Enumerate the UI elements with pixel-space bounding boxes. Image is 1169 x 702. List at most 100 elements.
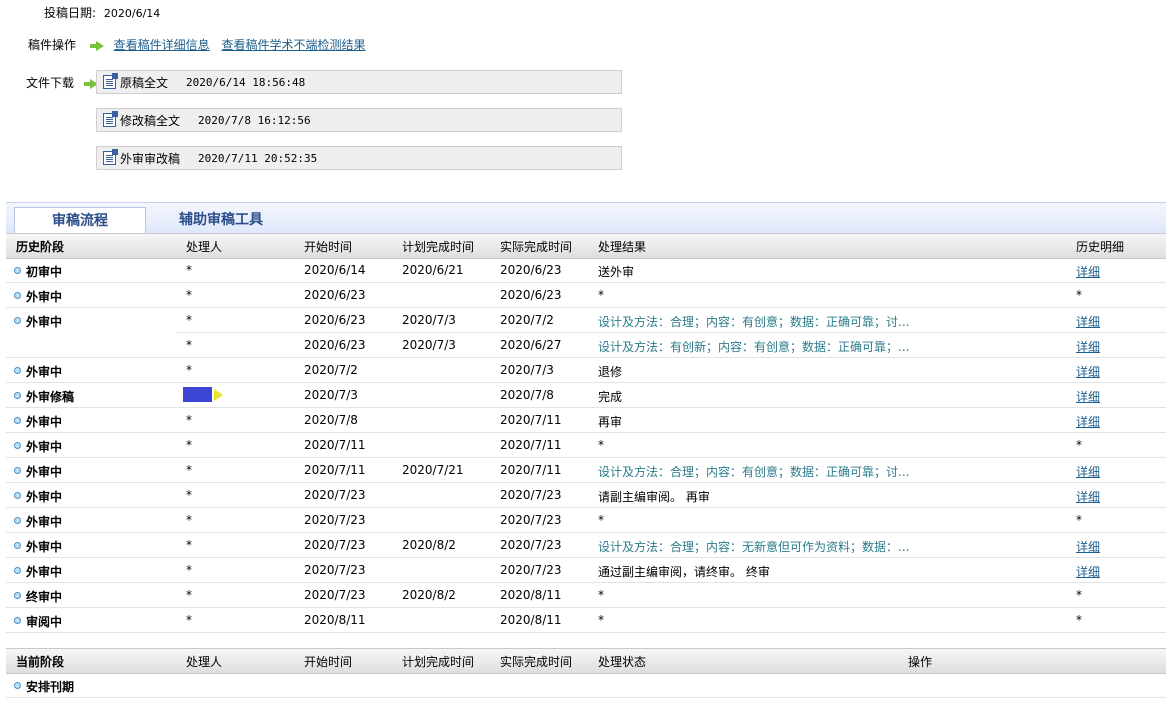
cell-result: * (598, 588, 604, 602)
cell-handler: * (186, 513, 192, 527)
download-label: 文件下载 (26, 76, 75, 90)
history-table-header: 历史阶段 处理人 开始时间 计划完成时间 实际完成时间 处理结果 历史明细 (6, 233, 1166, 259)
arrow-right-icon (89, 40, 104, 51)
cell-result: 通过副主编审阅，请终审。 终审 (598, 565, 770, 579)
view-detail-link[interactable]: 查看稿件详细信息 (114, 38, 210, 52)
cell-handler: * (186, 363, 192, 377)
file-time: 2020/7/8 16:12:56 (198, 113, 311, 127)
cell-start: 2020/6/23 (304, 313, 366, 327)
cell-result: 设计及方法：合理；内容：无新意但可作为资料；数据：... (598, 540, 910, 554)
detail-link[interactable]: 详细 (1076, 413, 1100, 430)
cell-result: 再审 (598, 415, 623, 429)
view-check-link[interactable]: 查看稿件学术不端检测结果 (222, 38, 366, 52)
detail-link[interactable]: 详细 (1076, 488, 1100, 505)
cell-actual: 2020/7/11 (500, 438, 562, 452)
bullet-icon (14, 467, 21, 474)
cell-start: 2020/7/3 (304, 388, 358, 402)
cell-plan: 2020/7/3 (402, 313, 456, 327)
bullet-icon (14, 542, 21, 549)
table-row: 外审中 * 2020/7/23 2020/7/23 通过副主编审阅，请终审。 终… (6, 558, 1166, 583)
cell-actual: 2020/7/23 (500, 488, 562, 502)
cell-start: 2020/7/11 (304, 438, 366, 452)
file-time: 2020/7/11 20:52:35 (198, 151, 318, 165)
cell-actual: 2020/7/23 (500, 563, 562, 577)
detail-link[interactable]: 详细 (1076, 313, 1100, 330)
cell-start: 2020/6/14 (304, 263, 366, 277)
detail-link[interactable]: 详细 (1076, 338, 1100, 355)
bullet-icon (14, 617, 21, 624)
table-row: 外审中 * 2020/7/23 2020/7/23 请副主编审阅。 再审 详细 (6, 483, 1166, 508)
file-name[interactable]: 原稿全文 (120, 74, 168, 91)
bullet-icon (14, 682, 21, 689)
table-row: 外审中 * 2020/7/2 2020/7/3 退修 详细 (6, 358, 1166, 383)
cell-actual: 2020/6/23 (500, 263, 562, 277)
cell-stage: 初审中 (26, 265, 63, 279)
table-row: 外审中 * 2020/6/23 2020/6/23 * * (6, 283, 1166, 308)
table-row: 外审中 * 2020/7/11 2020/7/21 2020/7/11 设计及方… (6, 458, 1166, 483)
submit-date-label: 投稿日期: (44, 6, 97, 20)
cell-handler: * (186, 588, 192, 602)
table-row: 终审中 * 2020/7/23 2020/8/2 2020/8/11 * * (6, 583, 1166, 608)
bullet-icon (14, 592, 21, 599)
detail-link[interactable]: 详细 (1076, 388, 1100, 405)
cell-actual: 2020/7/23 (500, 513, 562, 527)
cell-stage: 外审中 (26, 415, 63, 429)
table-row: 外审中 * 2020/7/11 2020/7/11 * * (6, 433, 1166, 458)
tab-bar: 审稿流程 辅助审稿工具 (6, 202, 1166, 235)
file-name[interactable]: 修改稿全文 (120, 112, 180, 129)
table-row: 外审中 * 2020/7/8 2020/7/11 再审 详细 (6, 408, 1166, 433)
cell-stage: 终审中 (26, 590, 63, 604)
col-op: 操作 (908, 655, 933, 669)
cell-actual: 2020/6/27 (500, 338, 562, 352)
cell-handler: * (186, 263, 192, 277)
cell-start: 2020/7/23 (304, 563, 366, 577)
col-stage: 当前阶段 (16, 655, 65, 669)
col-actual: 实际完成时间 (500, 240, 573, 254)
col-status: 处理状态 (598, 655, 647, 669)
table-row: 外审中 * 2020/7/23 2020/8/2 2020/7/23 设计及方法… (6, 533, 1166, 558)
bullet-icon (14, 492, 21, 499)
col-result: 处理结果 (598, 240, 647, 254)
file-name[interactable]: 外审审改稿 (120, 150, 180, 167)
detail-link[interactable]: 详细 (1076, 263, 1100, 280)
cell-handler: * (186, 338, 192, 352)
file-external-revised[interactable]: 外审审改稿 2020/7/11 20:52:35 (96, 146, 622, 170)
cell-result: 设计及方法：有创新；内容：有创意；数据：正确可靠；... (598, 340, 910, 354)
cell-actual: 2020/8/11 (500, 613, 562, 627)
detail-link[interactable]: 详细 (1076, 563, 1100, 580)
cell-result: * (598, 438, 604, 452)
file-revised[interactable]: 修改稿全文 2020/7/8 16:12:56 (96, 108, 622, 132)
cell-start: 2020/6/23 (304, 338, 366, 352)
cell-start: 2020/7/23 (304, 538, 366, 552)
cell-actual: 2020/7/11 (500, 463, 562, 477)
detail-link[interactable]: 详细 (1076, 538, 1100, 555)
cell-stage: 审阅中 (26, 615, 63, 629)
file-original[interactable]: 原稿全文 2020/6/14 18:56:48 (96, 70, 622, 94)
detail-link[interactable]: 详细 (1076, 363, 1100, 380)
cell-handler: * (186, 538, 192, 552)
cell-detail: * (1076, 288, 1082, 302)
cell-detail: * (1076, 438, 1082, 452)
cell-handler: * (186, 463, 192, 477)
cell-result: 设计及方法：合理；内容：有创意；数据：正确可靠；讨... (598, 465, 910, 479)
cell-handler: * (186, 313, 192, 327)
word-doc-icon (103, 149, 118, 165)
cell-handler: * (186, 488, 192, 502)
cell-detail: * (1076, 613, 1082, 627)
tab-review-flow[interactable]: 审稿流程 (14, 207, 146, 235)
detail-link[interactable]: 详细 (1076, 463, 1100, 480)
cell-stage: 安排刊期 (26, 680, 75, 694)
cell-result: 设计及方法：合理；内容：有创意；数据：正确可靠；讨... (598, 315, 910, 329)
cell-stage: 外审中 (26, 290, 63, 304)
cell-plan: 2020/7/21 (402, 463, 464, 477)
cell-stage: 外审中 (26, 540, 63, 554)
cell-stage: 外审中 (26, 315, 63, 329)
submit-date-value: 2020/6/14 (103, 7, 161, 20)
cell-stage: 外审修稿 (26, 390, 75, 404)
ops-label: 稿件操作 (28, 38, 77, 52)
table-row: * 2020/6/23 2020/7/3 2020/6/27 设计及方法：有创新… (6, 333, 1166, 358)
tab-assist-tools[interactable]: 辅助审稿工具 (156, 207, 286, 234)
cell-handler: * (186, 563, 192, 577)
submit-date-line: 投稿日期: 2020/6/14 (44, 4, 160, 21)
cell-detail: * (1076, 588, 1082, 602)
